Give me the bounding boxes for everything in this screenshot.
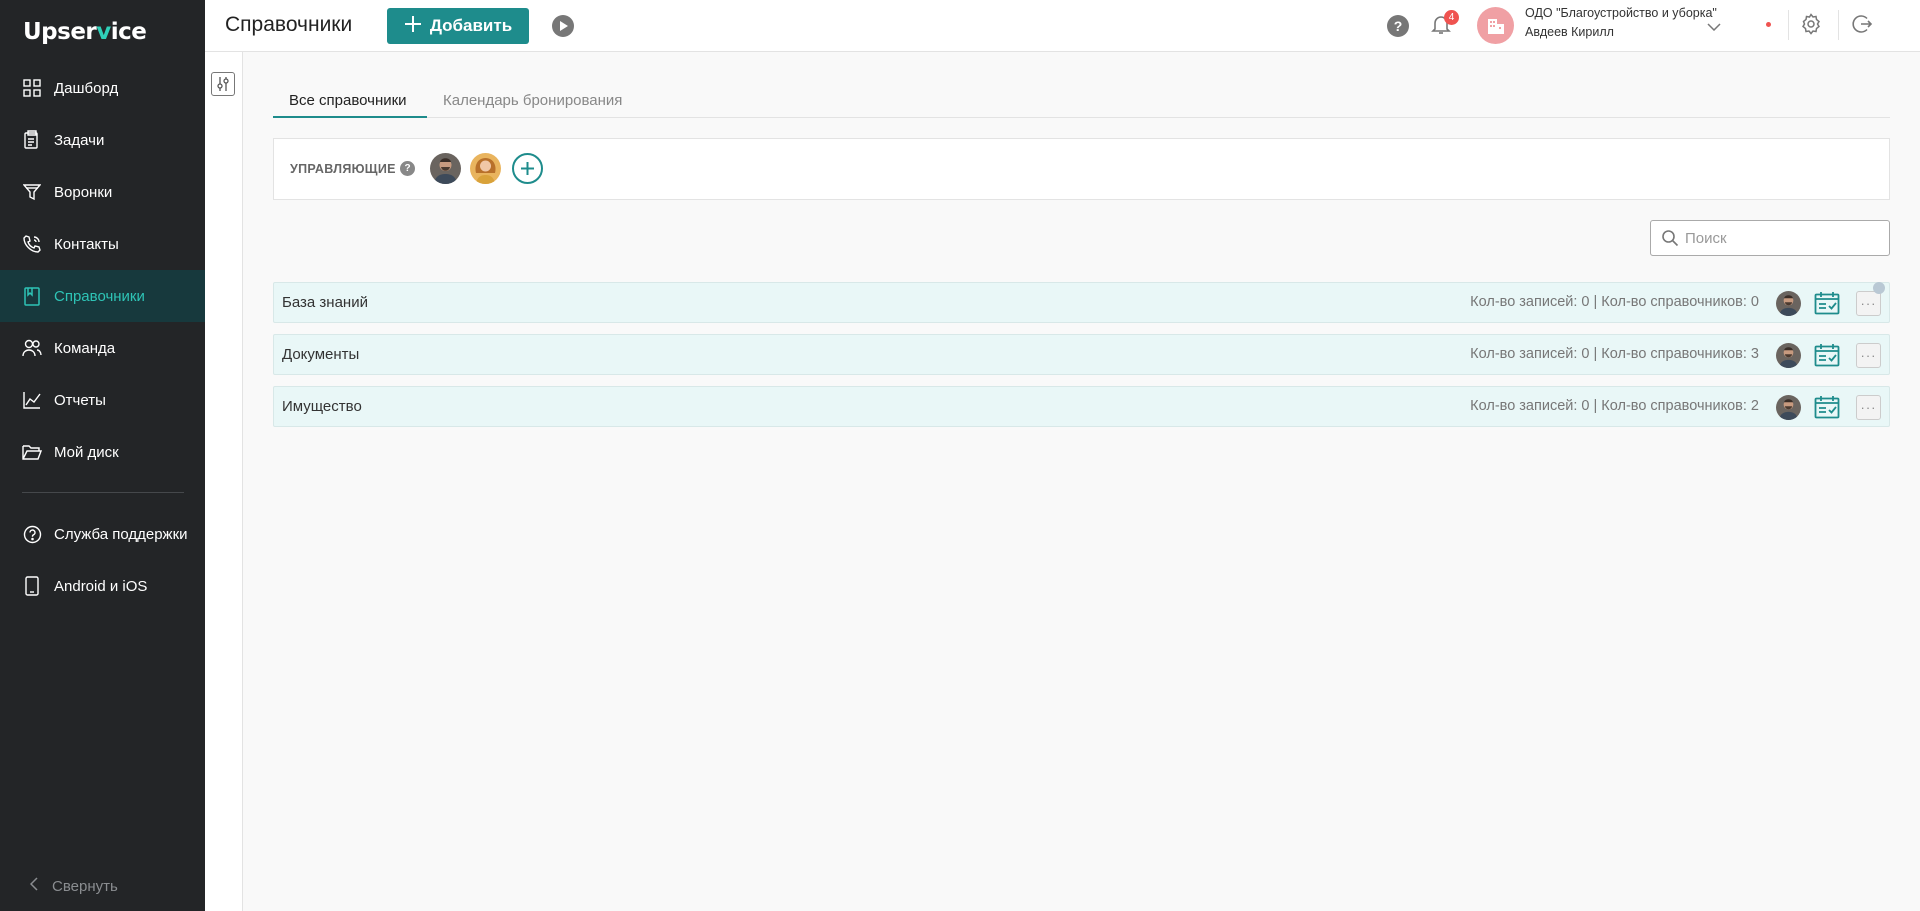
tab-booking-calendar[interactable]: Календарь бронирования (443, 92, 622, 118)
search-box (1650, 220, 1890, 256)
manager-avatar[interactable] (430, 153, 461, 184)
calendar-icon[interactable] (1814, 343, 1840, 372)
sidebar-item-mobile-apps[interactable]: Android и iOS (0, 560, 205, 612)
directory-name: Имущество (282, 398, 362, 415)
search-input[interactable] (1685, 229, 1885, 247)
directory-row[interactable]: Имущество Кол-во записей: 0 | Кол-во спр… (273, 386, 1890, 427)
sidebar-item-label: Отчеты (54, 391, 106, 409)
app-logo[interactable]: Upser v ice (23, 16, 147, 48)
sidebar-item-label: Контакты (54, 235, 119, 253)
directory-row[interactable]: Документы Кол-во записей: 0 | Кол-во спр… (273, 334, 1890, 375)
sidebar-nav: Дашборд Задачи Воронки Контакты Справочн… (0, 62, 205, 478)
chevron-left-icon (29, 877, 38, 895)
directory-stats: Кол-во записей: 0 | Кол-во справочников:… (1470, 294, 1759, 310)
managers-panel: УПРАВЛЯЮЩИЕ ? (273, 138, 1890, 200)
logo-text-v: v (96, 19, 111, 45)
managers-label: УПРАВЛЯЮЩИЕ (290, 162, 396, 176)
sidebar-item-directories[interactable]: Справочники (0, 270, 205, 322)
calendar-icon[interactable] (1814, 291, 1840, 320)
sidebar-item-reports[interactable]: Отчеты (0, 374, 205, 426)
sidebar-item-label: Дашборд (54, 79, 119, 97)
sidebar-item-label: Задачи (54, 131, 105, 149)
owner-avatar[interactable] (1776, 291, 1801, 316)
organization-name[interactable]: ОДО "Благоустройство и уборка" (1525, 6, 1717, 20)
notifications-badge: 4 (1444, 10, 1459, 25)
sliders-icon (215, 76, 231, 92)
help-button[interactable]: ? (1387, 15, 1409, 37)
plus-icon (404, 15, 422, 38)
add-button[interactable]: Добавить (387, 8, 529, 44)
owner-avatar[interactable] (1776, 343, 1801, 368)
gear-icon (1800, 13, 1822, 39)
add-button-label: Добавить (429, 16, 513, 35)
manager-avatar[interactable] (470, 153, 501, 184)
header-divider (1788, 10, 1789, 40)
status-dot (1766, 22, 1771, 27)
sidebar-item-my-disk[interactable]: Мой диск (0, 426, 205, 478)
page-title: Справочники (225, 13, 353, 36)
sidebar-item-label: Мой диск (54, 443, 119, 461)
sidebar-item-label: Android и iOS (54, 577, 148, 595)
book-icon (22, 286, 42, 306)
sidebar-item-label: Воронки (54, 183, 113, 201)
organization-avatar[interactable] (1477, 7, 1514, 44)
sidebar: Upser v ice Дашборд Задачи Воронки Контакт… (0, 0, 205, 911)
sidebar-divider (22, 492, 184, 493)
collapse-sidebar-button[interactable]: Свернуть (29, 877, 118, 895)
support-icon (22, 524, 42, 544)
directory-row[interactable]: База знаний Кол-во записей: 0 | Кол-во с… (273, 282, 1890, 323)
directory-name: Документы (282, 346, 360, 363)
filter-panel (205, 52, 243, 911)
play-video-button[interactable] (552, 15, 574, 37)
user-name: Авдеев Кирилл (1525, 25, 1614, 39)
sidebar-nav-bottom: Служба поддержки Android и iOS (0, 508, 205, 612)
managers-help-icon[interactable]: ? (400, 161, 415, 176)
folder-icon (22, 442, 42, 462)
search-icon (1661, 229, 1679, 247)
building-icon (1486, 16, 1506, 36)
sidebar-item-tasks[interactable]: Задачи (0, 114, 205, 166)
contacts-icon (22, 234, 42, 254)
chevron-down-icon[interactable] (1707, 18, 1721, 36)
sidebar-item-funnels[interactable]: Воронки (0, 166, 205, 218)
more-options-button[interactable]: ··· (1856, 291, 1881, 316)
tab-all-directories[interactable]: Все справочники (273, 92, 427, 118)
add-manager-button[interactable] (512, 153, 543, 184)
logout-button[interactable] (1851, 13, 1873, 40)
logo-text-end: ice (110, 19, 147, 45)
funnel-icon (22, 182, 42, 202)
plus-icon (520, 161, 535, 176)
mobile-icon (22, 576, 42, 596)
settings-button[interactable] (1800, 13, 1822, 40)
calendar-icon[interactable] (1814, 395, 1840, 424)
owner-avatar[interactable] (1776, 395, 1801, 420)
reports-icon (22, 390, 42, 410)
team-icon (22, 338, 42, 358)
sidebar-item-dashboard[interactable]: Дашборд (0, 62, 205, 114)
more-options-button[interactable]: ··· (1856, 343, 1881, 368)
more-options-button[interactable]: ··· (1856, 395, 1881, 420)
directory-name: База знаний (282, 294, 368, 311)
sidebar-item-team[interactable]: Команда (0, 322, 205, 374)
dashboard-icon (22, 78, 42, 98)
collapse-label: Свернуть (52, 877, 118, 895)
header-divider (1838, 10, 1839, 40)
sidebar-item-label: Справочники (54, 287, 145, 305)
sidebar-item-contacts[interactable]: Контакты (0, 218, 205, 270)
play-icon (558, 21, 568, 31)
logo-text-start: Upser (23, 19, 97, 45)
sidebar-item-label: Служба поддержки (54, 525, 188, 543)
directory-stats: Кол-во записей: 0 | Кол-во справочников:… (1470, 346, 1759, 362)
directory-stats: Кол-во записей: 0 | Кол-во справочников:… (1470, 398, 1759, 414)
sidebar-item-support[interactable]: Служба поддержки (0, 508, 205, 560)
tasks-icon (22, 130, 42, 150)
top-header: Справочники Добавить ? 4 ОДО "Благоустро… (205, 0, 1920, 52)
filter-toggle-button[interactable] (211, 72, 235, 96)
indicator-dot (1873, 282, 1885, 294)
logout-icon (1851, 15, 1873, 39)
tab-bar: Все справочники Календарь бронирования (273, 88, 1890, 118)
sidebar-item-label: Команда (54, 339, 116, 357)
